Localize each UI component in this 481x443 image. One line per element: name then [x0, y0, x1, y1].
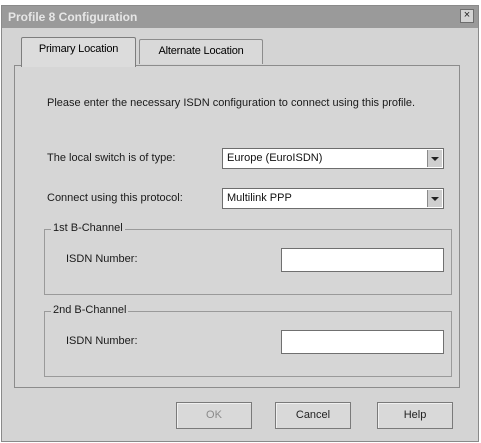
- isdn-number-label-2: ISDN Number:: [66, 335, 138, 347]
- isdn-number-input-2[interactable]: [281, 330, 444, 354]
- chevron-down-icon[interactable]: [427, 190, 442, 207]
- cancel-button[interactable]: Cancel: [275, 402, 351, 429]
- switch-type-select[interactable]: Europe (EuroISDN): [222, 148, 444, 169]
- protocol-value: Multilink PPP: [227, 192, 292, 204]
- tab-alternate-location[interactable]: Alternate Location: [139, 39, 263, 64]
- isdn-number-label-1: ISDN Number:: [66, 253, 138, 265]
- isdn-number-input-1[interactable]: [281, 248, 444, 272]
- group-title-2nd-b-channel: 2nd B-Channel: [51, 304, 129, 316]
- tab-primary-location[interactable]: Primary Location: [21, 37, 136, 67]
- protocol-select[interactable]: Multilink PPP: [222, 188, 444, 209]
- title-bar[interactable]: Profile 8 Configuration ×: [2, 6, 478, 28]
- first-b-channel-group: 1st B-Channel ISDN Number:: [44, 222, 452, 295]
- protocol-label: Connect using this protocol:: [47, 192, 183, 204]
- group-title-1st-b-channel: 1st B-Channel: [51, 222, 125, 234]
- switch-type-value: Europe (EuroISDN): [227, 152, 323, 164]
- help-button[interactable]: Help: [377, 402, 453, 429]
- switch-type-label: The local switch is of type:: [47, 152, 176, 164]
- ok-button[interactable]: OK: [176, 402, 252, 429]
- second-b-channel-group: 2nd B-Channel ISDN Number:: [44, 304, 452, 377]
- close-icon[interactable]: ×: [460, 9, 474, 23]
- chevron-down-icon[interactable]: [427, 150, 442, 167]
- instructions-text: Please enter the necessary ISDN configur…: [47, 97, 416, 109]
- window-title: Profile 8 Configuration: [8, 10, 138, 24]
- primary-location-panel: Please enter the necessary ISDN configur…: [14, 65, 460, 388]
